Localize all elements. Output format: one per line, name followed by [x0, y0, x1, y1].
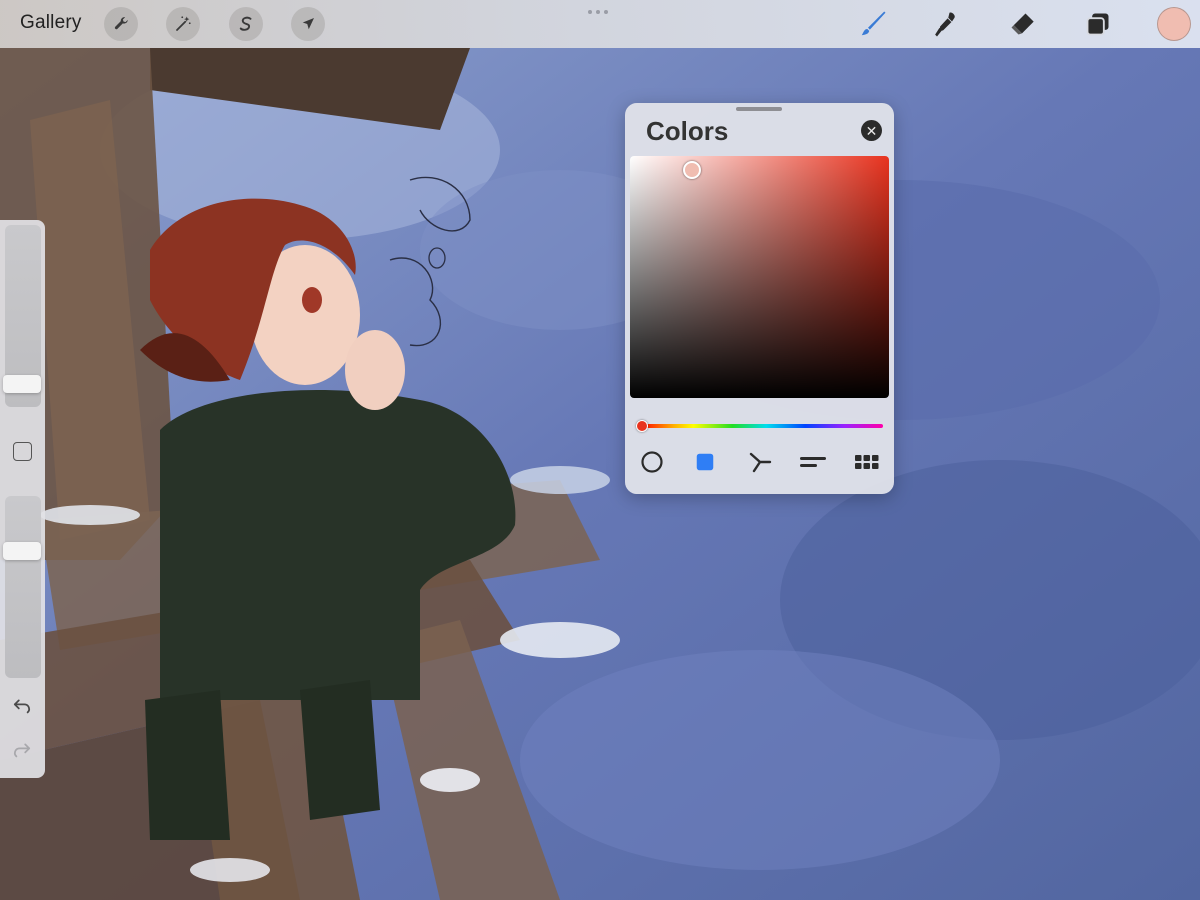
saturation-brightness-field[interactable] — [630, 156, 889, 398]
opacity-slider[interactable] — [3, 496, 41, 678]
opacity-thumb[interactable] — [3, 542, 41, 560]
brush-size-slider[interactable] — [3, 225, 41, 407]
selection-button[interactable] — [229, 7, 263, 41]
painting-canvas[interactable] — [0, 0, 1200, 900]
harmony-icon — [749, 452, 772, 473]
top-toolbar: Gallery — [0, 0, 1200, 48]
transform-arrow-icon — [302, 18, 314, 30]
redo-icon — [13, 743, 31, 758]
classic-icon — [696, 453, 714, 471]
panel-title: Colors — [646, 116, 729, 146]
palettes-icon — [855, 455, 879, 469]
redo-button[interactable] — [10, 740, 34, 760]
value-icon — [800, 457, 826, 467]
transform-button[interactable] — [291, 7, 325, 41]
close-panel-button[interactable]: ✕ — [861, 120, 882, 141]
actions-button[interactable] — [104, 7, 138, 41]
hue-slider-thumb[interactable] — [636, 420, 648, 432]
wrench-icon — [114, 17, 128, 30]
current-color-swatch[interactable] — [1157, 7, 1191, 41]
disc-mode-tab[interactable] — [637, 449, 667, 475]
undo-icon — [13, 699, 31, 714]
selection-s-icon — [239, 16, 252, 31]
value-mode-tab[interactable] — [798, 449, 828, 475]
left-sidebar — [0, 220, 45, 778]
color-picker-cursor[interactable] — [683, 161, 701, 179]
harmony-mode-tab[interactable] — [745, 449, 775, 475]
brush-button[interactable] — [855, 6, 891, 42]
close-icon: ✕ — [865, 122, 878, 139]
brush-icon — [861, 11, 886, 36]
layers-button[interactable] — [1080, 6, 1116, 42]
colors-panel: Colors ✕ — [625, 103, 894, 494]
panel-drag-handle[interactable] — [736, 107, 782, 111]
eraser-icon — [1011, 13, 1034, 35]
smudge-button[interactable] — [929, 6, 965, 42]
palettes-mode-tab[interactable] — [852, 449, 882, 475]
layers-icon — [1086, 13, 1109, 36]
disc-icon — [641, 451, 663, 473]
brush-size-thumb[interactable] — [3, 375, 41, 393]
magic-wand-icon — [176, 16, 191, 31]
classic-mode-tab[interactable] — [690, 449, 720, 475]
modify-square-icon[interactable] — [13, 442, 32, 461]
toolbar-grab-handle[interactable] — [588, 10, 608, 14]
gallery-button[interactable]: Gallery — [20, 12, 82, 34]
undo-button[interactable] — [10, 696, 34, 716]
smudge-icon — [935, 12, 955, 37]
hue-slider[interactable] — [636, 420, 883, 432]
eraser-button[interactable] — [1004, 6, 1040, 42]
adjustments-button[interactable] — [166, 7, 200, 41]
